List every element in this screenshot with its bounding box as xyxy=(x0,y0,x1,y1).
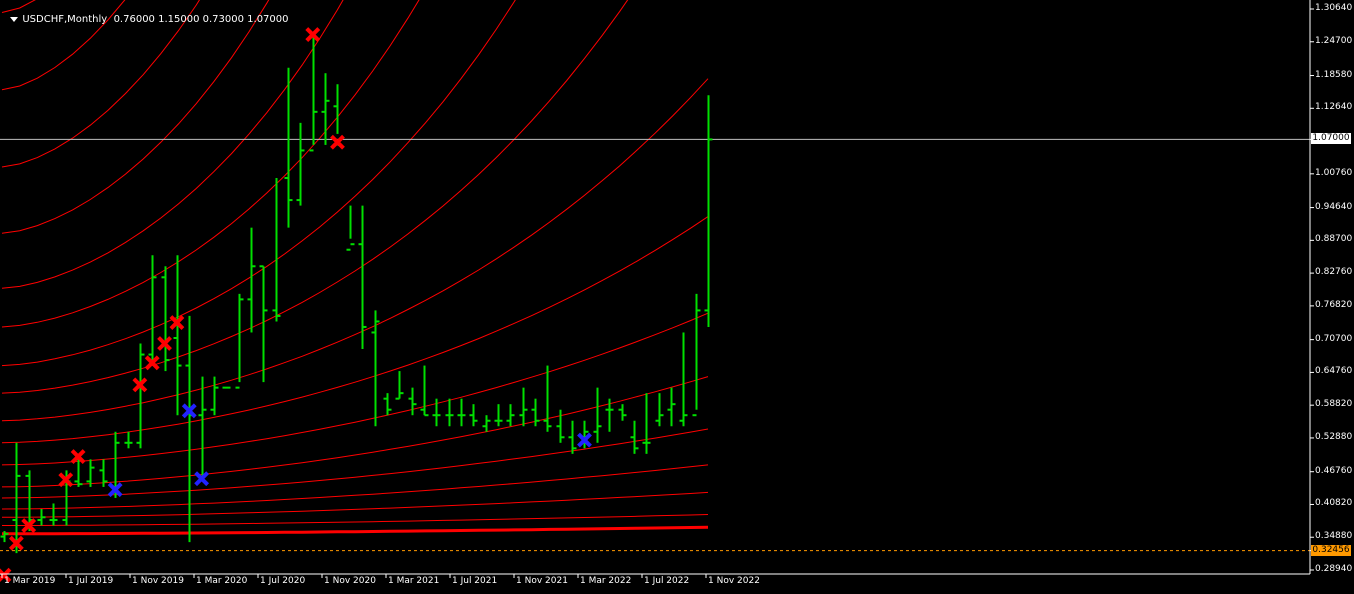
price-tick-label: 0.40820 xyxy=(1315,498,1353,509)
time-tick-label: 1 Nov 2021 xyxy=(516,576,568,586)
price-tick-label: 0.58820 xyxy=(1315,399,1353,410)
price-tick-label: 0.88700 xyxy=(1315,234,1353,245)
time-tick-label: 1 Jul 2022 xyxy=(644,576,690,586)
price-tick-label: 0.28940 xyxy=(1315,564,1353,574)
price-tick-label: 0.76820 xyxy=(1315,299,1353,310)
price-tick-label: 0.46760 xyxy=(1315,465,1353,476)
time-tick-label: 1 Nov 2020 xyxy=(324,576,376,586)
price-chart[interactable] xyxy=(0,0,1354,594)
price-tick-label: 0.82760 xyxy=(1315,267,1353,278)
price-tick-label: 0.52880 xyxy=(1315,431,1353,442)
price-tick-label: 0.70700 xyxy=(1315,333,1353,344)
time-tick-label: 1 Jul 2019 xyxy=(68,576,114,586)
price-tick-label: 0.94640 xyxy=(1315,201,1353,212)
dashed-level-box: 0.32456 xyxy=(1311,544,1351,556)
chart-title[interactable]: USDCHF,Monthly 0.76000 1.15000 0.73000 1… xyxy=(4,3,289,25)
price-tick-label: 1.24700 xyxy=(1315,35,1353,46)
price-tick-label: 1.18580 xyxy=(1315,69,1353,80)
chart-ohlc: 0.76000 1.15000 0.73000 1.07000 xyxy=(113,14,289,25)
time-tick-label: 1 Jul 2021 xyxy=(452,576,498,586)
price-tick-label: 1.00760 xyxy=(1315,167,1353,178)
bid-price-box: 1.07000 xyxy=(1311,133,1351,145)
price-tick-label: 1.12640 xyxy=(1315,102,1353,113)
time-tick-label: 1 Nov 2019 xyxy=(132,576,184,586)
time-tick-label: 1 Mar 2022 xyxy=(580,576,632,586)
chart-symbol: USDCHF,Monthly xyxy=(22,14,108,25)
price-tick-label: 1.30640 xyxy=(1315,3,1353,13)
time-tick-label: 1 Nov 2022 xyxy=(708,576,760,586)
time-tick-label: 1 Mar 2020 xyxy=(196,576,248,586)
price-tick-label: 0.34880 xyxy=(1315,531,1353,542)
time-tick-label: 1 Jul 2020 xyxy=(260,576,306,586)
time-tick-label: 1 Mar 2021 xyxy=(388,576,440,586)
dropdown-triangle-icon[interactable] xyxy=(10,16,19,22)
price-tick-label: 0.64760 xyxy=(1315,366,1353,377)
time-tick-label: 1 Mar 2019 xyxy=(4,576,56,586)
